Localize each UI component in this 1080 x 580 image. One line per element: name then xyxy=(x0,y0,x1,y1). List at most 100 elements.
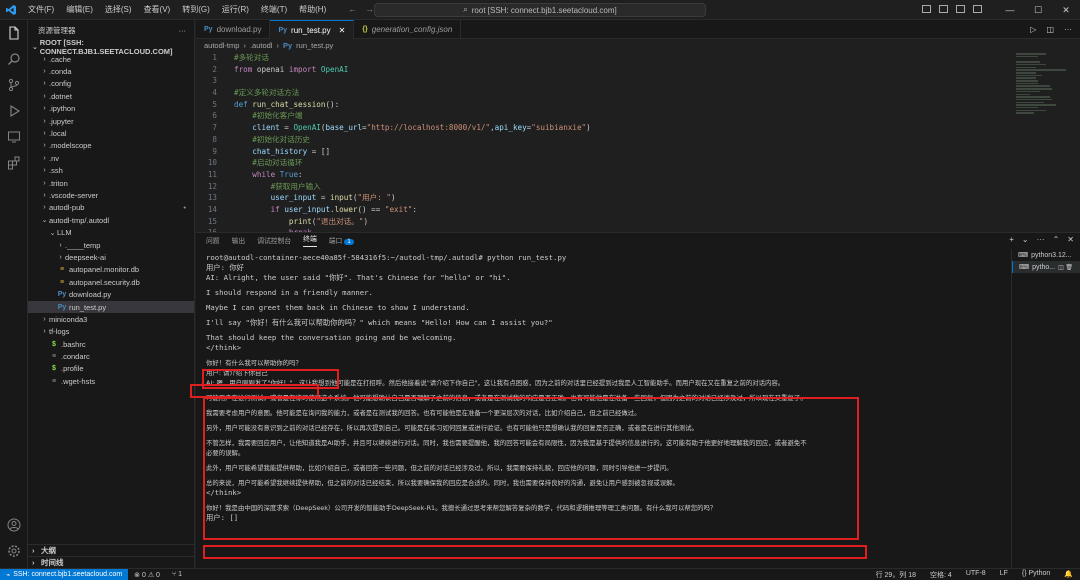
file-tree-item[interactable]: › tf-logs xyxy=(28,326,194,338)
close-panel-icon[interactable]: ✕ xyxy=(1067,235,1074,244)
file-tree-item[interactable]: › .local xyxy=(28,127,194,139)
file-tree-item[interactable]: Py run_test.py xyxy=(28,300,194,314)
status-item[interactable]: 空格: 4 xyxy=(923,570,959,580)
outline-section[interactable]: › 大纲 xyxy=(28,544,195,556)
status-item[interactable]: 🔔 xyxy=(1057,570,1080,580)
run-debug-icon[interactable] xyxy=(0,98,28,124)
split-editor-icon[interactable]: ◫ xyxy=(1046,25,1054,34)
file-tree-label: autodl-pub xyxy=(49,203,85,213)
panel-tab[interactable]: 问题 xyxy=(206,235,220,245)
more-actions-icon[interactable]: ··· xyxy=(1064,25,1072,34)
panel-tab[interactable]: 调试控制台 xyxy=(257,235,291,245)
file-tree-item[interactable]: ≡ autopanel.security.db xyxy=(28,276,194,288)
file-tree-item[interactable]: › .jupyter xyxy=(28,115,194,127)
menu-item[interactable]: 编辑(E) xyxy=(60,0,99,20)
file-tree-item[interactable]: › .vscode-server xyxy=(28,189,194,201)
toggle-panel-icon[interactable] xyxy=(939,5,948,13)
editor-tab[interactable]: Py download.py xyxy=(196,20,271,39)
minimap[interactable] xyxy=(1006,52,1072,232)
file-tree-item[interactable]: › .config xyxy=(28,78,194,90)
close-window-button[interactable]: ✕ xyxy=(1052,0,1080,20)
explorer-icon[interactable] xyxy=(0,20,28,46)
code-token: "http://localhost:8000/v1/" xyxy=(366,123,491,133)
file-tree-item[interactable]: › .ipython xyxy=(28,103,194,115)
sh-file-icon: $ xyxy=(52,365,56,373)
menu-item[interactable]: 运行(R) xyxy=(216,0,255,20)
file-tree-item[interactable]: › autodl-pub • xyxy=(28,202,194,214)
file-tree-item[interactable]: › .triton xyxy=(28,177,194,189)
panel-tab[interactable]: 输出 xyxy=(232,235,246,245)
file-tree-item[interactable]: › .nv xyxy=(28,152,194,164)
breadcrumb-item[interactable]: run_test.py xyxy=(296,41,333,50)
menu-item[interactable]: 文件(F) xyxy=(22,0,60,20)
status-item[interactable]: 行 29，列 18 xyxy=(869,570,923,580)
menu-item[interactable]: 帮助(H) xyxy=(293,0,332,20)
file-tree-item[interactable]: ⌄ autodl-tmp/.autodl xyxy=(28,214,194,226)
minimap-line xyxy=(1016,112,1034,114)
customize-layout-icon[interactable] xyxy=(973,5,982,13)
account-icon[interactable] xyxy=(0,512,28,538)
editor-tab[interactable]: Py run_test.py ✕ xyxy=(270,20,355,39)
menu-item[interactable]: 终端(T) xyxy=(255,0,293,20)
more-actions-icon[interactable]: ··· xyxy=(1037,235,1045,244)
problems-count[interactable]: ⊗ 0 ⚠ 0 xyxy=(128,571,166,579)
status-item[interactable]: LF xyxy=(993,570,1015,580)
file-tree-item[interactable]: $ .profile xyxy=(28,363,194,375)
status-item[interactable]: {} Python xyxy=(1015,570,1057,580)
terminal-output[interactable]: root@autodl-container-aece40a85f-584316f… xyxy=(206,253,1006,569)
toggle-sidebar-icon[interactable] xyxy=(922,5,931,13)
command-center[interactable]: ⌕ root [SSH: connect.bjb1.seetacloud.com… xyxy=(374,3,706,17)
menu-item[interactable]: 转到(G) xyxy=(176,0,216,20)
back-arrow-icon[interactable]: ← xyxy=(348,4,357,14)
more-actions-icon[interactable]: ··· xyxy=(179,26,187,35)
minimize-button[interactable]: — xyxy=(996,0,1024,20)
file-tree-item[interactable]: $ .bashrc xyxy=(28,338,194,350)
terminal-instance[interactable]: ⌨ pytho... ◫ 🗑 xyxy=(1012,261,1080,273)
settings-gear-icon[interactable] xyxy=(0,538,28,564)
extensions-icon[interactable] xyxy=(0,150,28,176)
breadcrumb-item[interactable]: autodl-tmp xyxy=(204,41,239,50)
file-tree-item[interactable]: ⌄ LLM xyxy=(28,226,194,238)
forward-arrow-icon[interactable]: → xyxy=(365,4,374,14)
file-tree-item[interactable]: › miniconda3 xyxy=(28,313,194,325)
status-item[interactable]: UTF-8 xyxy=(959,570,993,580)
split-and-trash-icon[interactable]: ◫ 🗑 xyxy=(1058,264,1073,271)
maximize-button[interactable]: ☐ xyxy=(1024,0,1052,20)
file-tree-item[interactable]: ≡ autopanel.monitor.db xyxy=(28,264,194,276)
run-file-icon[interactable]: ▷ xyxy=(1030,25,1036,34)
editor-tab[interactable]: {} generation_config.json xyxy=(354,20,462,39)
new-terminal-icon[interactable]: + xyxy=(1009,235,1014,244)
ports-indicator[interactable]: ⑂ 1 xyxy=(166,571,188,578)
remote-indicator[interactable]: ⌁ SSH: connect.bjb1.seetacloud.com xyxy=(0,568,129,580)
breadcrumb-item[interactable]: .autodl xyxy=(250,41,273,50)
menu-item[interactable]: 查看(V) xyxy=(138,0,177,20)
file-tree-item[interactable]: › .cache xyxy=(28,53,194,65)
code-token: lower xyxy=(334,204,358,214)
panel-tab[interactable]: 终端 xyxy=(303,234,317,247)
workspace-root[interactable]: ⌄ ROOT [SSH: CONNECT.BJB1.SEETACLOUD.COM… xyxy=(28,38,194,56)
timeline-section[interactable]: › 时间线 xyxy=(28,556,195,568)
menu-item[interactable]: 选择(S) xyxy=(99,0,138,20)
file-tree-item[interactable]: › .____temp xyxy=(28,239,194,251)
close-tab-icon[interactable]: ✕ xyxy=(339,26,346,35)
file-tree-item[interactable]: ≡ .condarc xyxy=(28,350,194,362)
chevron-right-icon: › xyxy=(43,130,46,138)
source-control-icon[interactable] xyxy=(0,72,28,98)
search-icon[interactable] xyxy=(0,46,28,72)
terminal-instance[interactable]: ⌨ python3.12... xyxy=(1012,249,1080,261)
file-tree-item[interactable]: › .modelscope xyxy=(28,140,194,152)
remote-explorer-icon[interactable] xyxy=(0,124,28,150)
window-controls: — ☐ ✕ xyxy=(996,0,1080,20)
toggle-secondary-sidebar-icon[interactable] xyxy=(956,5,965,13)
file-tree-item[interactable]: › deepseek-ai xyxy=(28,251,194,263)
maximize-panel-icon[interactable]: ⌃ xyxy=(1053,235,1060,244)
file-tree-item[interactable]: › .dotnet xyxy=(28,90,194,102)
file-tree-item[interactable]: › .ssh xyxy=(28,165,194,177)
code-text: if user_input.lower() == "exit": xyxy=(225,204,417,216)
file-tree-item[interactable]: Py download.py xyxy=(28,288,194,300)
panel-tab[interactable]: 端口 1 xyxy=(329,235,354,245)
code-editor[interactable]: 1 #多轮对话 2 from openai import OpenAI 3 4 #定义多轮对… xyxy=(196,52,1006,232)
file-tree-item[interactable]: › .conda xyxy=(28,65,194,77)
file-tree-item[interactable]: ≡ .wget-hsts xyxy=(28,375,194,387)
chevron-down-icon[interactable]: ⌄ xyxy=(1022,235,1029,244)
